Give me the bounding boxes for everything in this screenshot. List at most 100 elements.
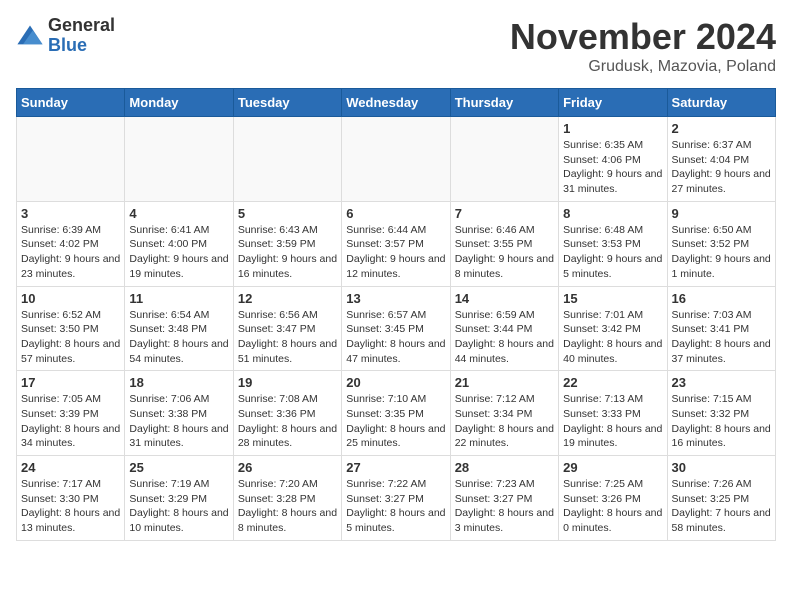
calendar-cell: [125, 117, 233, 202]
calendar-cell: 15Sunrise: 7:01 AM Sunset: 3:42 PM Dayli…: [559, 286, 667, 371]
calendar-cell: 23Sunrise: 7:15 AM Sunset: 3:32 PM Dayli…: [667, 371, 775, 456]
weekday-header-thursday: Thursday: [450, 89, 558, 117]
day-info: Sunrise: 6:54 AM Sunset: 3:48 PM Dayligh…: [129, 308, 228, 367]
title-area: November 2024 Grudusk, Mazovia, Poland: [510, 16, 776, 76]
calendar-cell: 2Sunrise: 6:37 AM Sunset: 4:04 PM Daylig…: [667, 117, 775, 202]
logo-icon: [16, 22, 44, 50]
day-info: Sunrise: 6:39 AM Sunset: 4:02 PM Dayligh…: [21, 223, 120, 282]
day-info: Sunrise: 7:10 AM Sunset: 3:35 PM Dayligh…: [346, 392, 445, 451]
day-number: 21: [455, 375, 554, 390]
day-number: 25: [129, 460, 228, 475]
day-number: 5: [238, 206, 337, 221]
day-number: 27: [346, 460, 445, 475]
calendar-cell: 18 Sunrise: 7:06 AM Sunset: 3:38 PM Dayli…: [125, 371, 233, 456]
calendar-cell: 6Sunrise: 6:44 AM Sunset: 3:57 PM Daylig…: [342, 201, 450, 286]
calendar-cell: 11 Sunrise: 6:54 AM Sunset: 3:48 PM Dayli…: [125, 286, 233, 371]
calendar-cell: 12 Sunrise: 6:56 AM Sunset: 3:47 PM Dayli…: [233, 286, 341, 371]
calendar-cell: 30 Sunrise: 7:26 AM Sunset: 3:25 PM Dayli…: [667, 456, 775, 541]
day-info: Sunrise: 6:50 AM Sunset: 3:52 PM Dayligh…: [672, 223, 771, 282]
day-info: Sunrise: 7:06 AM Sunset: 3:38 PM Dayligh…: [129, 392, 228, 451]
day-number: 3: [21, 206, 120, 221]
day-number: 13: [346, 291, 445, 306]
day-number: 24: [21, 460, 120, 475]
week-row-4: 24 Sunrise: 7:17 AM Sunset: 3:30 PM Dayli…: [17, 456, 776, 541]
day-info: Sunrise: 7:17 AM Sunset: 3:30 PM Dayligh…: [21, 477, 120, 536]
day-number: 30: [672, 460, 771, 475]
day-number: 16: [672, 291, 771, 306]
calendar-cell: 9 Sunrise: 6:50 AM Sunset: 3:52 PM Daylig…: [667, 201, 775, 286]
month-title: November 2024: [510, 16, 776, 58]
location-title: Grudusk, Mazovia, Poland: [510, 58, 776, 76]
day-number: 22: [563, 375, 662, 390]
calendar-cell: 16Sunrise: 7:03 AM Sunset: 3:41 PM Dayli…: [667, 286, 775, 371]
calendar-cell: [233, 117, 341, 202]
calendar-cell: [342, 117, 450, 202]
day-number: 14: [455, 291, 554, 306]
day-number: 26: [238, 460, 337, 475]
week-row-2: 10Sunrise: 6:52 AM Sunset: 3:50 PM Dayli…: [17, 286, 776, 371]
day-number: 9: [672, 206, 771, 221]
calendar-cell: 29 Sunrise: 7:25 AM Sunset: 3:26 PM Dayli…: [559, 456, 667, 541]
calendar-cell: 28 Sunrise: 7:23 AM Sunset: 3:27 PM Dayli…: [450, 456, 558, 541]
day-info: Sunrise: 7:15 AM Sunset: 3:32 PM Dayligh…: [672, 392, 771, 451]
weekday-header-friday: Friday: [559, 89, 667, 117]
logo-blue: Blue: [48, 36, 115, 56]
week-row-0: 1Sunrise: 6:35 AM Sunset: 4:06 PM Daylig…: [17, 117, 776, 202]
logo: General Blue: [16, 16, 115, 56]
day-number: 28: [455, 460, 554, 475]
logo-general: General: [48, 16, 115, 36]
day-info: Sunrise: 7:20 AM Sunset: 3:28 PM Dayligh…: [238, 477, 337, 536]
day-info: Sunrise: 7:08 AM Sunset: 3:36 PM Dayligh…: [238, 392, 337, 451]
weekday-header-saturday: Saturday: [667, 89, 775, 117]
calendar-cell: 1Sunrise: 6:35 AM Sunset: 4:06 PM Daylig…: [559, 117, 667, 202]
calendar-cell: [450, 117, 558, 202]
day-number: 8: [563, 206, 662, 221]
day-info: Sunrise: 6:57 AM Sunset: 3:45 PM Dayligh…: [346, 308, 445, 367]
calendar-cell: 10Sunrise: 6:52 AM Sunset: 3:50 PM Dayli…: [17, 286, 125, 371]
week-row-3: 17Sunrise: 7:05 AM Sunset: 3:39 PM Dayli…: [17, 371, 776, 456]
day-info: Sunrise: 7:13 AM Sunset: 3:33 PM Dayligh…: [563, 392, 662, 451]
calendar-cell: 13 Sunrise: 6:57 AM Sunset: 3:45 PM Dayli…: [342, 286, 450, 371]
day-info: Sunrise: 6:43 AM Sunset: 3:59 PM Dayligh…: [238, 223, 337, 282]
logo-text: General Blue: [48, 16, 115, 56]
day-info: Sunrise: 7:26 AM Sunset: 3:25 PM Dayligh…: [672, 477, 771, 536]
calendar-cell: 14 Sunrise: 6:59 AM Sunset: 3:44 PM Dayli…: [450, 286, 558, 371]
calendar-cell: 5 Sunrise: 6:43 AM Sunset: 3:59 PM Daylig…: [233, 201, 341, 286]
weekday-header-wednesday: Wednesday: [342, 89, 450, 117]
day-number: 29: [563, 460, 662, 475]
day-number: 10: [21, 291, 120, 306]
weekday-header-monday: Monday: [125, 89, 233, 117]
day-info: Sunrise: 6:48 AM Sunset: 3:53 PM Dayligh…: [563, 223, 662, 282]
day-number: 4: [129, 206, 228, 221]
weekday-header-tuesday: Tuesday: [233, 89, 341, 117]
calendar-cell: 20 Sunrise: 7:10 AM Sunset: 3:35 PM Dayli…: [342, 371, 450, 456]
day-number: 20: [346, 375, 445, 390]
day-info: Sunrise: 6:41 AM Sunset: 4:00 PM Dayligh…: [129, 223, 228, 282]
day-info: Sunrise: 7:05 AM Sunset: 3:39 PM Dayligh…: [21, 392, 120, 451]
day-info: Sunrise: 7:12 AM Sunset: 3:34 PM Dayligh…: [455, 392, 554, 451]
calendar-table: SundayMondayTuesdayWednesdayThursdayFrid…: [16, 88, 776, 541]
calendar-cell: 25 Sunrise: 7:19 AM Sunset: 3:29 PM Dayli…: [125, 456, 233, 541]
weekday-header-sunday: Sunday: [17, 89, 125, 117]
day-info: Sunrise: 6:35 AM Sunset: 4:06 PM Dayligh…: [563, 138, 662, 197]
calendar-cell: 7Sunrise: 6:46 AM Sunset: 3:55 PM Daylig…: [450, 201, 558, 286]
day-info: Sunrise: 6:46 AM Sunset: 3:55 PM Dayligh…: [455, 223, 554, 282]
day-info: Sunrise: 7:23 AM Sunset: 3:27 PM Dayligh…: [455, 477, 554, 536]
day-number: 18: [129, 375, 228, 390]
week-row-1: 3 Sunrise: 6:39 AM Sunset: 4:02 PM Daylig…: [17, 201, 776, 286]
calendar-cell: 21 Sunrise: 7:12 AM Sunset: 3:34 PM Dayli…: [450, 371, 558, 456]
day-info: Sunrise: 7:19 AM Sunset: 3:29 PM Dayligh…: [129, 477, 228, 536]
calendar-cell: 27Sunrise: 7:22 AM Sunset: 3:27 PM Dayli…: [342, 456, 450, 541]
day-number: 19: [238, 375, 337, 390]
day-info: Sunrise: 6:44 AM Sunset: 3:57 PM Dayligh…: [346, 223, 445, 282]
calendar-cell: 19 Sunrise: 7:08 AM Sunset: 3:36 PM Dayli…: [233, 371, 341, 456]
day-info: Sunrise: 7:25 AM Sunset: 3:26 PM Dayligh…: [563, 477, 662, 536]
day-info: Sunrise: 7:01 AM Sunset: 3:42 PM Dayligh…: [563, 308, 662, 367]
day-info: Sunrise: 6:59 AM Sunset: 3:44 PM Dayligh…: [455, 308, 554, 367]
header: General Blue November 2024 Grudusk, Mazo…: [16, 16, 776, 76]
calendar-cell: 4 Sunrise: 6:41 AM Sunset: 4:00 PM Daylig…: [125, 201, 233, 286]
calendar-cell: 17Sunrise: 7:05 AM Sunset: 3:39 PM Dayli…: [17, 371, 125, 456]
day-info: Sunrise: 6:56 AM Sunset: 3:47 PM Dayligh…: [238, 308, 337, 367]
day-number: 12: [238, 291, 337, 306]
day-number: 11: [129, 291, 228, 306]
